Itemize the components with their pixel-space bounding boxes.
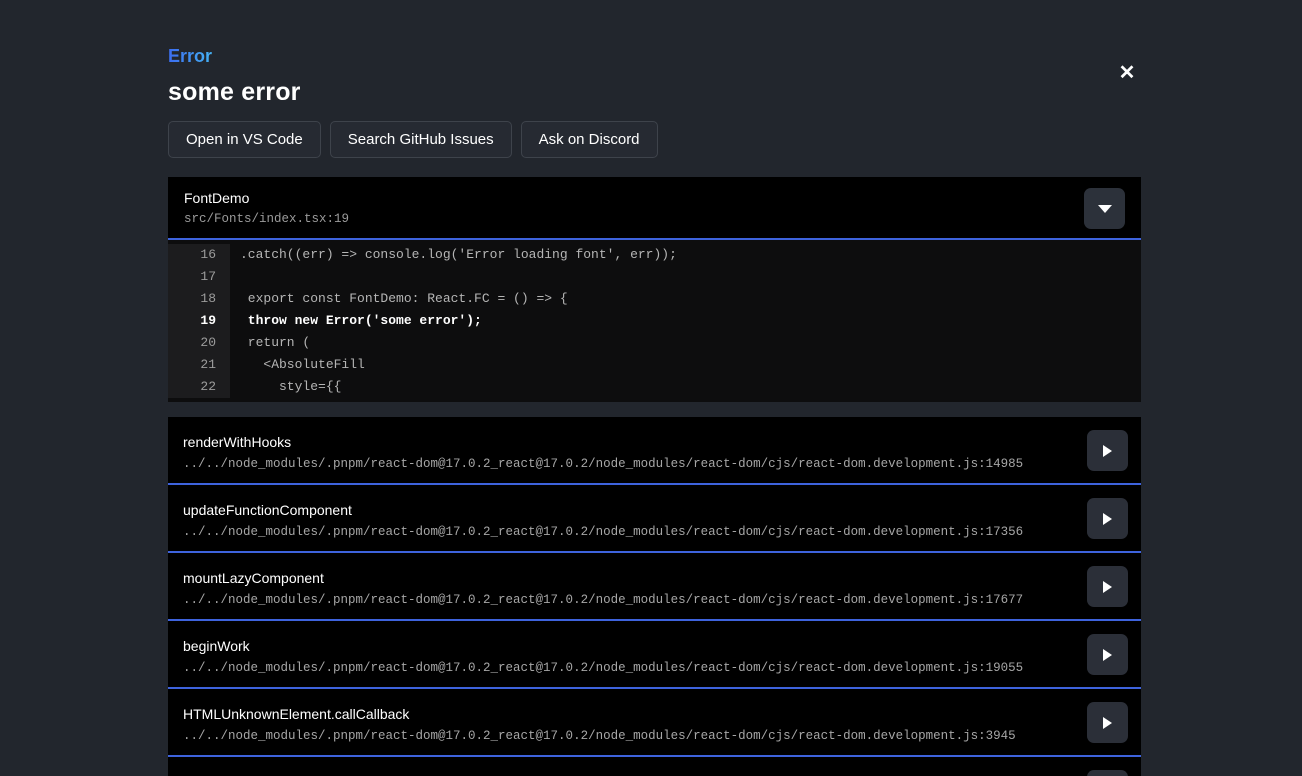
expand-frame-button[interactable]	[1087, 430, 1128, 471]
stack-frame-callcallback: HTMLUnknownElement.callCallback ../../no…	[168, 689, 1141, 757]
frame-file-location: ../../node_modules/.pnpm/react-dom@17.0.…	[183, 729, 1071, 743]
line-number: 20	[168, 332, 230, 354]
chevron-down-icon	[1098, 205, 1112, 213]
ask-discord-button[interactable]: Ask on Discord	[521, 121, 658, 158]
close-button[interactable]: ✕	[1113, 59, 1141, 87]
action-buttons: Open in VS Code Search GitHub Issues Ask…	[168, 121, 658, 158]
error-message: some error	[168, 78, 301, 107]
code-line-highlighted: 19 throw new Error('some error');	[168, 310, 1141, 332]
stack-frame-partial	[168, 757, 1141, 776]
frame-function-name: mountLazyComponent	[183, 570, 1071, 586]
line-number: 18	[168, 288, 230, 310]
chevron-right-icon	[1103, 649, 1112, 661]
line-number: 19	[168, 310, 230, 332]
stack-frame-renderwithhooks: renderWithHooks ../../node_modules/.pnpm…	[168, 417, 1141, 485]
code-frame-header: FontDemo src/Fonts/index.tsx:19	[168, 177, 1141, 240]
frame-function-name: renderWithHooks	[183, 434, 1071, 450]
collapse-frame-button[interactable]	[1084, 188, 1125, 229]
frame-function-name: updateFunctionComponent	[183, 502, 1071, 518]
expand-frame-button[interactable]	[1087, 566, 1128, 607]
chevron-right-icon	[1103, 513, 1112, 525]
error-overlay: ✕ Error some error Open in VS Code Searc…	[0, 0, 1302, 776]
expand-frame-button[interactable]	[1087, 770, 1128, 776]
code-line: 18 export const FontDemo: React.FC = () …	[168, 288, 1141, 310]
frame-function-name: beginWork	[183, 638, 1071, 654]
code-line: 22 style={{	[168, 376, 1141, 398]
code-text: .catch((err) => console.log('Error loadi…	[230, 244, 677, 266]
line-number: 22	[168, 376, 230, 398]
code-line: 21 <AbsoluteFill	[168, 354, 1141, 376]
chevron-right-icon	[1103, 445, 1112, 457]
code-text: throw new Error('some error');	[230, 310, 482, 332]
expand-frame-button[interactable]	[1087, 702, 1128, 743]
code-text: style={{	[230, 376, 341, 398]
frame-file-location: ../../node_modules/.pnpm/react-dom@17.0.…	[183, 661, 1071, 675]
code-text	[230, 266, 240, 288]
error-type-label: Error	[168, 46, 212, 67]
code-line: 16.catch((err) => console.log('Error loa…	[168, 244, 1141, 266]
frame-file-location: ../../node_modules/.pnpm/react-dom@17.0.…	[183, 525, 1071, 539]
frame-function-name: HTMLUnknownElement.callCallback	[183, 706, 1071, 722]
line-number: 21	[168, 354, 230, 376]
chevron-right-icon	[1103, 581, 1112, 593]
open-vscode-button[interactable]: Open in VS Code	[168, 121, 321, 158]
expand-frame-button[interactable]	[1087, 634, 1128, 675]
code-text: <AbsoluteFill	[230, 354, 365, 376]
code-text: export const FontDemo: React.FC = () => …	[230, 288, 568, 310]
expand-frame-button[interactable]	[1087, 498, 1128, 539]
code-line: 20 return (	[168, 332, 1141, 354]
stack-frame-beginwork: beginWork ../../node_modules/.pnpm/react…	[168, 621, 1141, 689]
code-snippet: 16.catch((err) => console.log('Error loa…	[168, 240, 1141, 402]
frame-file-location: src/Fonts/index.tsx:19	[184, 212, 1125, 226]
stack-trace-list: renderWithHooks ../../node_modules/.pnpm…	[168, 417, 1141, 776]
frame-file-location: ../../node_modules/.pnpm/react-dom@17.0.…	[183, 593, 1071, 607]
search-github-issues-button[interactable]: Search GitHub Issues	[330, 121, 512, 158]
code-line: 17	[168, 266, 1141, 288]
line-number: 17	[168, 266, 230, 288]
stack-frame-updatefunctioncomponent: updateFunctionComponent ../../node_modul…	[168, 485, 1141, 553]
code-text: return (	[230, 332, 310, 354]
frame-file-location: ../../node_modules/.pnpm/react-dom@17.0.…	[183, 457, 1071, 471]
line-number: 16	[168, 244, 230, 266]
stack-frame-mountlazycomponent: mountLazyComponent ../../node_modules/.p…	[168, 553, 1141, 621]
code-frame: FontDemo src/Fonts/index.tsx:19 16.catch…	[168, 177, 1141, 402]
chevron-right-icon	[1103, 717, 1112, 729]
frame-function-name: FontDemo	[184, 190, 1125, 206]
